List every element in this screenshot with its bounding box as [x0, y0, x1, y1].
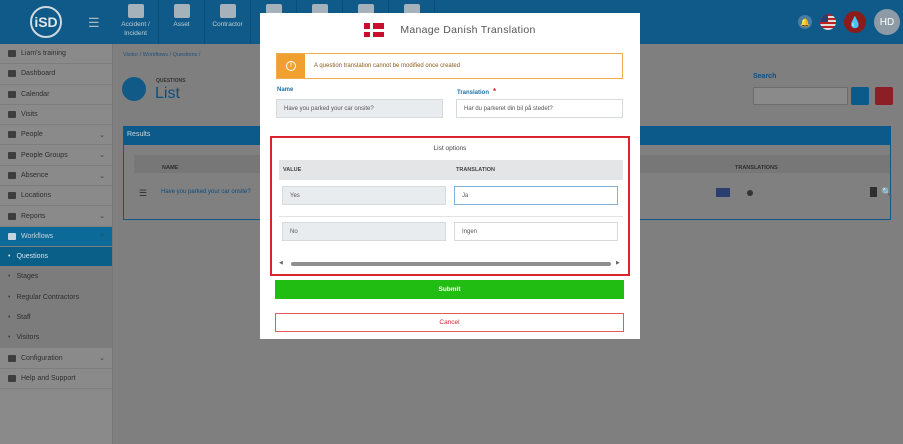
dashboard-icon — [8, 70, 16, 78]
workflows-icon — [8, 232, 16, 240]
search-input[interactable] — [753, 87, 848, 105]
row-divider — [279, 216, 623, 217]
absence-icon — [8, 171, 16, 179]
topnav-accident-incident[interactable]: Accident / Incident — [113, 0, 159, 44]
danish-flag-icon — [364, 23, 385, 37]
required-mark: * — [493, 87, 497, 96]
breadcrumb[interactable]: Visitor / Workflows / Questions / — [123, 52, 200, 58]
sidebar-subitem-staff[interactable]: Staff — [0, 307, 112, 329]
scroll-left-icon[interactable]: ◀ — [279, 260, 283, 266]
column-header-translations: TRANSLATIONS — [735, 165, 778, 171]
sidebar-item-configuration[interactable]: Configuration ⌄ — [0, 348, 112, 369]
row-menu-icon[interactable]: ☰ — [139, 188, 147, 199]
branch-icon — [8, 50, 16, 58]
logo-zone: iSD ☰ — [0, 0, 113, 44]
filter-button[interactable] — [851, 87, 869, 105]
sidebar-item-workflows[interactable]: Workflows ⌃ — [0, 226, 112, 247]
translation-modal: Manage Danish Translation ! A question t… — [260, 13, 640, 339]
chevron-down-icon: ⌄ — [99, 355, 105, 363]
view-icon[interactable]: 🔍 — [881, 187, 892, 198]
list-options-header: VALUE TRANSLATION — [279, 160, 623, 180]
submit-button[interactable]: Submit — [275, 280, 624, 299]
avatar[interactable]: HD — [874, 9, 900, 35]
sidebar-subitem-regular-contractors[interactable]: Regular Contractors — [0, 287, 112, 308]
option-translation-field[interactable]: Ingen — [454, 222, 618, 241]
sidebar-item-absence[interactable]: Absence ⌄ — [0, 166, 112, 187]
sidebar-item-locations[interactable]: Locations — [0, 186, 112, 207]
column-header-name: NAME — [162, 165, 179, 171]
help-icon — [8, 374, 16, 382]
alert-text: A question translation cannot be modifie… — [314, 63, 461, 69]
people-groups-icon — [8, 151, 16, 159]
uk-flag-icon — [716, 188, 730, 197]
name-field: Have you parked your car onsite? — [276, 99, 443, 118]
sidebar-subitem-stages[interactable]: Stages — [0, 267, 112, 288]
sidebar-item-people[interactable]: People ⌄ — [0, 125, 112, 146]
option-value-no: No — [282, 222, 446, 241]
boxes-icon — [173, 4, 190, 18]
question-list-icon — [122, 77, 146, 101]
name-label: Name — [277, 87, 294, 93]
chevron-down-icon: ⌄ — [99, 172, 105, 180]
sidebar: Liam's training Dashboard Calendar Visit… — [0, 44, 113, 444]
table-row-name-link[interactable]: Have you parked your car onsite? — [161, 189, 251, 195]
bell-icon[interactable]: 🔔 — [798, 15, 812, 29]
trash-icon[interactable] — [870, 187, 877, 197]
horizontal-scrollbar[interactable]: ◀ ▶ — [279, 260, 623, 268]
cancel-button[interactable]: Cancel — [275, 313, 624, 332]
sidebar-item-help-and-support[interactable]: Help and Support — [0, 369, 112, 390]
sidebar-item-calendar[interactable]: Calendar — [0, 85, 112, 105]
chevron-down-icon: ⌄ — [99, 132, 105, 140]
column-header-value: VALUE — [283, 167, 302, 173]
us-flag-icon[interactable] — [820, 14, 836, 30]
translation-label: Translation * — [457, 87, 497, 96]
visits-icon — [8, 111, 16, 119]
modal-header: Manage Danish Translation — [260, 13, 640, 47]
sidebar-item-liams-training[interactable]: Liam's training — [0, 44, 112, 65]
scroll-right-icon[interactable]: ▶ — [616, 260, 620, 266]
chevron-down-icon: ⌄ — [99, 152, 105, 160]
app-logo[interactable]: iSD — [30, 6, 62, 38]
hardhat-icon — [219, 4, 236, 18]
search-label: Search — [753, 73, 777, 80]
chevron-down-icon: ⌄ — [99, 213, 105, 221]
translation-field[interactable]: Har du parkeret din bil på stedet? — [456, 99, 623, 118]
sidebar-item-visits[interactable]: Visits — [0, 105, 112, 126]
topnav-contractor[interactable]: Contractor — [205, 0, 251, 44]
sidebar-item-people-groups[interactable]: People Groups ⌄ — [0, 145, 112, 166]
hamburger-menu-icon[interactable]: ☰ — [88, 15, 100, 31]
first-aid-icon — [127, 4, 144, 18]
top-right-actions: 🔔 💧 HD — [798, 0, 903, 44]
blood-drop-icon[interactable]: 💧 — [844, 11, 866, 33]
warning-icon: ! — [277, 54, 305, 78]
sidebar-item-dashboard[interactable]: Dashboard — [0, 64, 112, 85]
page-subtitle: QUESTIONS — [156, 78, 186, 84]
warning-alert: ! A question translation cannot be modif… — [276, 53, 623, 79]
sidebar-subitem-visitors[interactable]: Visitors — [0, 328, 112, 349]
configuration-icon — [8, 354, 16, 362]
page-title: List — [155, 85, 180, 102]
modal-title: Manage Danish Translation — [400, 24, 536, 36]
sidebar-subitem-questions[interactable]: Questions — [0, 246, 112, 268]
list-options-title: List options — [433, 145, 467, 152]
column-header-translation: TRANSLATION — [456, 167, 496, 173]
calendar-icon — [8, 90, 16, 98]
sidebar-item-reports[interactable]: Reports ⌄ — [0, 206, 112, 227]
locations-icon — [8, 192, 16, 200]
scrollbar-thumb[interactable] — [291, 262, 611, 266]
option-translation-field[interactable]: Ja — [454, 186, 618, 205]
reports-icon — [8, 212, 16, 220]
chevron-up-icon: ⌃ — [99, 233, 105, 241]
add-translation-icon[interactable] — [747, 190, 753, 196]
option-value-yes: Yes — [282, 186, 446, 205]
people-icon — [8, 131, 16, 139]
list-options-panel: List options VALUE TRANSLATION Yes Ja No… — [270, 136, 630, 276]
clear-search-button[interactable] — [875, 87, 893, 105]
topnav-asset[interactable]: Asset — [159, 0, 205, 44]
